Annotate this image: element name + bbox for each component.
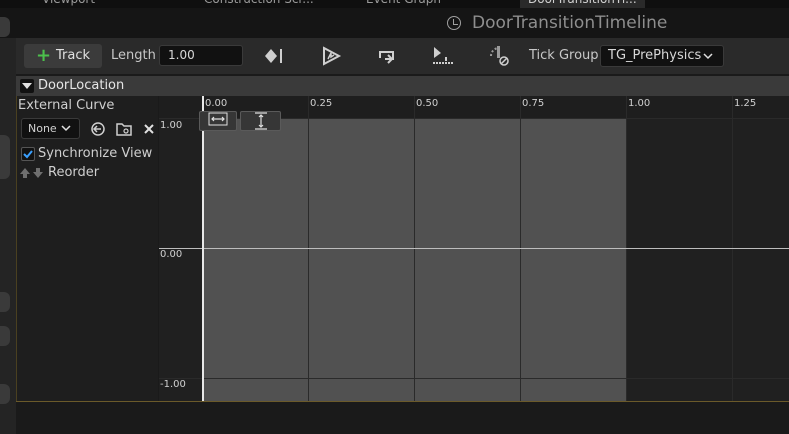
track-properties-panel — [16, 96, 158, 402]
chevron-down-icon — [61, 119, 71, 144]
chevron-down-icon — [703, 46, 713, 73]
tick-group-label: Tick Group — [529, 48, 599, 63]
add-track-button[interactable]: + Track — [24, 44, 102, 68]
playhead[interactable] — [202, 96, 204, 402]
close-icon[interactable] — [140, 119, 158, 139]
window-title: DoorTransitionTimeline — [472, 13, 668, 33]
tab-event-graph[interactable]: Event Graph — [366, 0, 441, 8]
length-input[interactable]: 1.00 — [159, 45, 243, 66]
collapse-track-icon[interactable] — [20, 79, 34, 93]
folder-icon[interactable] — [115, 119, 133, 139]
grid-line — [626, 96, 627, 402]
track-left-border — [16, 96, 17, 402]
left-edge-button[interactable] — [0, 292, 10, 312]
tab-door-transition-timeline[interactable]: DoorTransitionTi... — [520, 0, 645, 8]
grid-line — [308, 96, 309, 402]
time-tick-label: 0.00 — [205, 98, 228, 109]
external-curve-value: None — [28, 122, 57, 135]
track-header[interactable] — [16, 76, 789, 96]
synchronize-view-checkbox[interactable] — [21, 147, 35, 161]
tick-group-value: TG_PrePhysics — [608, 48, 702, 63]
external-curve-label: External Curve — [18, 98, 115, 113]
time-tick-label: 0.75 — [522, 98, 545, 109]
fit-vertical-button[interactable] — [240, 111, 281, 131]
fit-horizontal-button[interactable] — [199, 111, 237, 131]
synchronize-view-label: Synchronize View — [38, 146, 153, 161]
length-label: Length — [111, 48, 156, 63]
use-last-keyframe-icon[interactable] — [431, 44, 455, 68]
tab-viewport[interactable]: Viewport — [42, 0, 95, 8]
track-bottom-border — [16, 401, 789, 402]
left-edge-button[interactable] — [0, 17, 10, 37]
track-name: DoorLocation — [38, 78, 125, 93]
keyframe-icon[interactable] — [263, 44, 287, 68]
autoplay-icon[interactable] — [319, 44, 343, 68]
left-edge-panel-tab[interactable] — [0, 135, 10, 179]
add-track-label: Track — [56, 48, 91, 63]
external-curve-select[interactable]: None — [21, 118, 80, 139]
curve-graph[interactable]: 0.00 0.25 0.50 0.75 1.00 1.25 1.00 0.00 … — [159, 96, 789, 402]
tab-strip: Viewport Construction Scr... Event Graph… — [0, 0, 789, 8]
time-tick-label: 1.00 — [628, 98, 651, 109]
replicated-icon[interactable] — [487, 44, 511, 68]
grid-line — [414, 96, 415, 402]
time-tick-label: 0.25 — [310, 98, 333, 109]
left-edge-button[interactable] — [0, 326, 10, 346]
grid-line — [520, 96, 521, 402]
grid-line — [159, 378, 789, 379]
loop-icon[interactable] — [375, 44, 399, 68]
value-label-min: -1.00 — [160, 379, 186, 390]
plus-icon: + — [36, 45, 52, 66]
time-tick-label: 1.25 — [734, 98, 757, 109]
tick-group-select[interactable]: TG_PrePhysics — [600, 45, 724, 67]
fit-vertical-icon — [254, 112, 267, 130]
value-label-max: 1.00 — [160, 120, 183, 131]
fit-horizontal-icon — [208, 112, 228, 126]
timeline-clock-icon — [447, 16, 461, 30]
title-bar — [0, 8, 789, 38]
left-edge-button[interactable] — [0, 384, 10, 404]
reorder-label: Reorder — [48, 165, 100, 180]
time-tick-label: 0.50 — [416, 98, 439, 109]
return-icon[interactable] — [89, 119, 107, 139]
zero-value-line — [159, 248, 789, 249]
value-label-zero: 0.00 — [160, 249, 183, 260]
tab-construction-script[interactable]: Construction Scr... — [204, 0, 314, 8]
grid-line — [732, 96, 733, 402]
reorder-icon[interactable] — [19, 166, 45, 183]
left-edge-strip — [0, 17, 16, 434]
